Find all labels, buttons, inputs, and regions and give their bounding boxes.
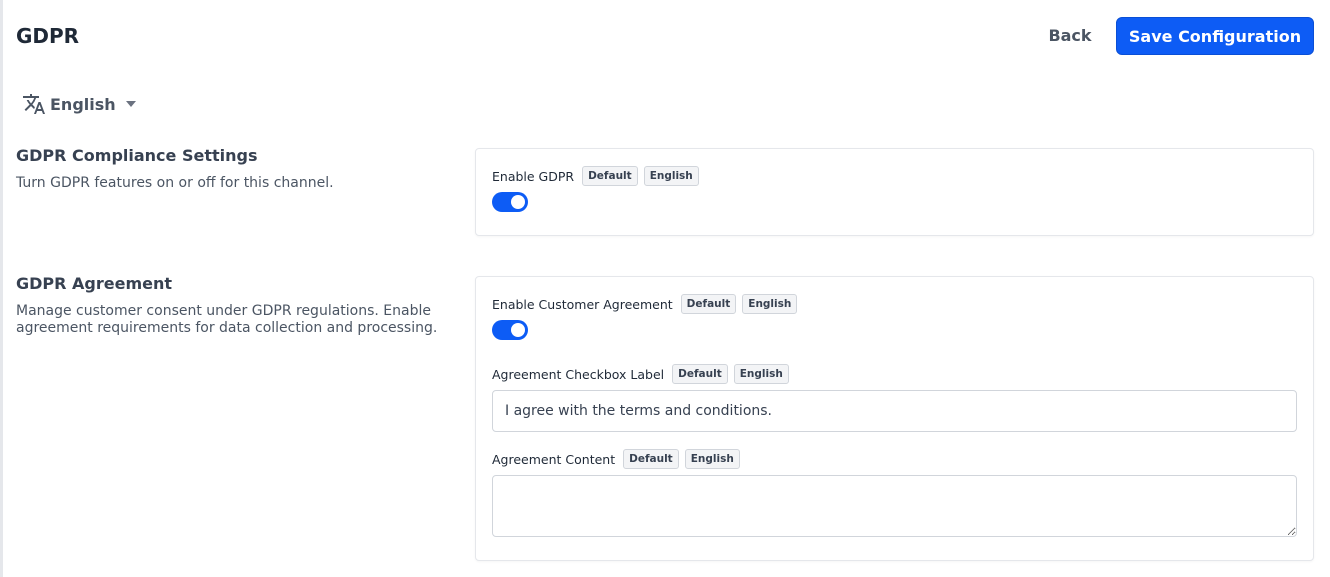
page-title: GDPR [16, 24, 80, 48]
locale-badge: English [684, 449, 740, 469]
default-badge: Default [672, 364, 728, 384]
compliance-section-description: Turn GDPR features on or off for this ch… [16, 175, 334, 191]
locale-badge: English [733, 364, 789, 384]
locale-badge: English [643, 166, 699, 186]
translate-icon [22, 92, 46, 116]
compliance-section-title: GDPR Compliance Settings [16, 146, 258, 165]
default-badge: Default [582, 166, 638, 186]
agreement-content-label-row: Agreement Content Default English [492, 448, 740, 470]
save-configuration-button[interactable]: Save Configuration [1116, 17, 1314, 55]
left-rail [0, 0, 3, 577]
back-button[interactable]: Back [1036, 17, 1104, 54]
enable-gdpr-label-row: Enable GDPR Default English [492, 165, 699, 187]
agreement-checkbox-label-input[interactable] [492, 390, 1297, 432]
locale-label: English [50, 94, 116, 114]
enable-gdpr-label: Enable GDPR [492, 168, 575, 184]
enable-gdpr-toggle[interactable] [492, 192, 528, 212]
enable-agreement-label-row: Enable Customer Agreement Default Englis… [492, 293, 798, 315]
caret-down-icon [125, 101, 136, 107]
locale-badge: English [742, 294, 798, 314]
compliance-card: Enable GDPR Default English [475, 148, 1314, 236]
checkbox-label-label: Agreement Checkbox Label [492, 366, 665, 382]
enable-agreement-label: Enable Customer Agreement [492, 296, 673, 312]
locale-switcher[interactable]: English [22, 90, 136, 118]
default-badge: Default [623, 449, 679, 469]
agreement-content-label: Agreement Content [492, 451, 616, 467]
checkbox-label-label-row: Agreement Checkbox Label Default English [492, 363, 789, 385]
enable-agreement-toggle[interactable] [492, 320, 528, 340]
agreement-content-textarea[interactable] [492, 475, 1297, 537]
agreement-card: Enable Customer Agreement Default Englis… [475, 276, 1314, 561]
default-badge: Default [680, 294, 737, 314]
agreement-section-description: Manage customer consent under GDPR regul… [16, 303, 438, 336]
toggle-knob [511, 195, 525, 209]
agreement-section-title: GDPR Agreement [16, 274, 173, 293]
toggle-knob [511, 323, 525, 337]
